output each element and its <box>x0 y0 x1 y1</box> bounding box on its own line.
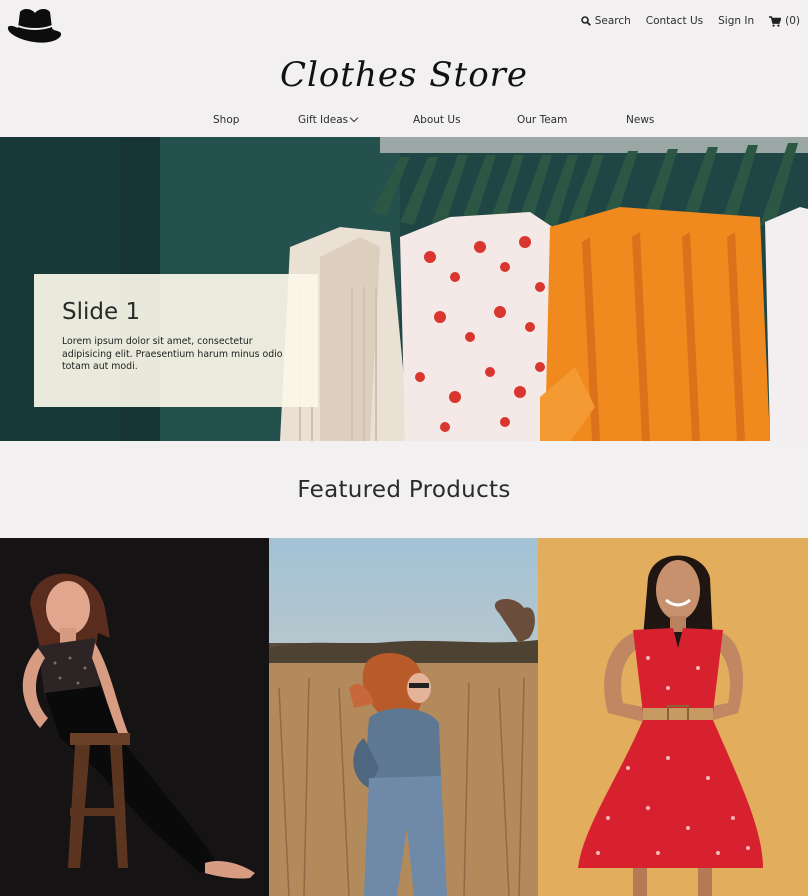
nav-about-us[interactable]: About Us <box>413 114 461 126</box>
search-label: Search <box>594 15 631 27</box>
featured-products-grid <box>0 538 808 896</box>
product-card-2[interactable] <box>269 538 538 896</box>
product-card-1[interactable] <box>0 538 269 896</box>
store-brand-title[interactable]: Clothes Store <box>0 55 808 95</box>
main-nav: Shop Gift Ideas About Us Our Team News <box>0 113 808 132</box>
nav-news[interactable]: News <box>626 114 654 126</box>
nav-our-team[interactable]: Our Team <box>517 114 567 126</box>
product-image-1 <box>0 538 269 896</box>
slide-text: Lorem ipsum dolor sit amet, consectetur … <box>62 336 283 372</box>
slide-title: Slide 1 <box>62 299 141 325</box>
top-bar: Search Contact Us Sign In (0) <box>0 0 808 50</box>
search-link[interactable]: Search <box>580 15 631 27</box>
cart-link[interactable]: (0) <box>769 15 800 27</box>
featured-products-heading: Featured Products <box>297 477 511 503</box>
product-image-2 <box>269 538 538 896</box>
product-card-3[interactable] <box>538 538 808 896</box>
search-icon <box>580 16 591 26</box>
nav-gift-ideas[interactable]: Gift Ideas <box>298 113 359 126</box>
cart-count: (0) <box>785 15 800 27</box>
slide-caption-card: Slide 1 Lorem ipsum dolor sit amet, cons… <box>34 274 318 407</box>
hero-slider[interactable]: Slide 1 Lorem ipsum dolor sit amet, cons… <box>0 137 808 441</box>
cart-icon <box>769 15 782 27</box>
nav-shop[interactable]: Shop <box>213 114 239 126</box>
chevron-down-icon <box>349 113 359 123</box>
nav-gift-ideas-label: Gift Ideas <box>298 114 349 126</box>
sign-in-link[interactable]: Sign In <box>718 15 754 27</box>
contact-us-link[interactable]: Contact Us <box>646 15 703 27</box>
cowboy-hat-icon[interactable] <box>6 4 64 46</box>
product-image-3 <box>538 538 808 896</box>
